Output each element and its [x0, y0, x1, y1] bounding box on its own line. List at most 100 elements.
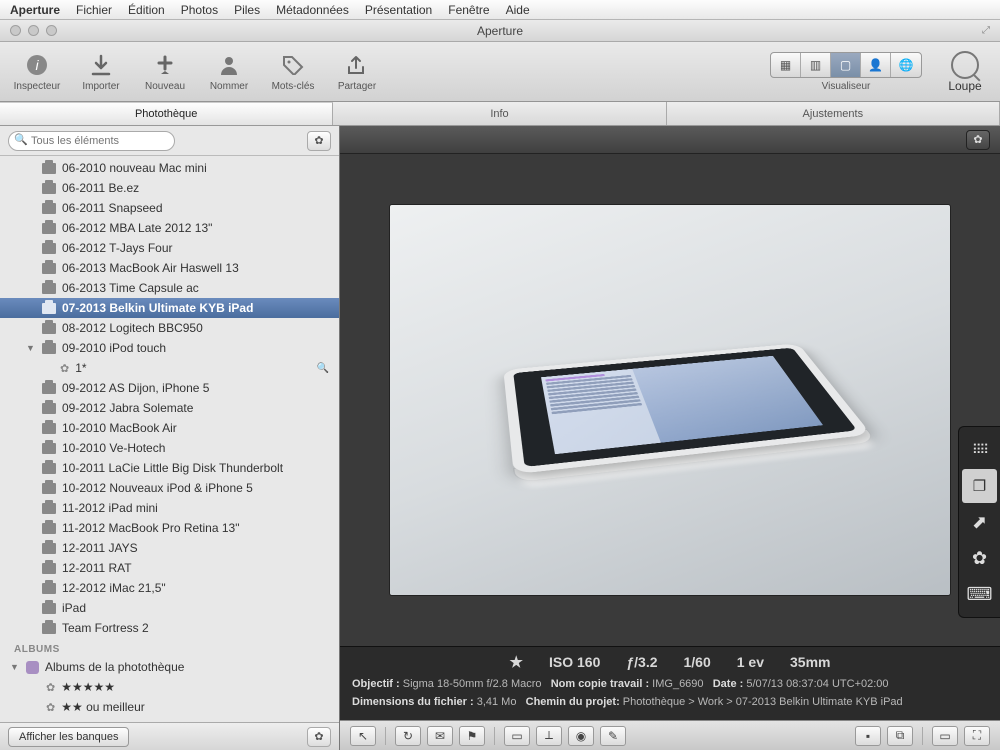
menu-photos[interactable]: Photos	[181, 3, 218, 17]
project-item[interactable]: 11-2012 MacBook Pro Retina 13"	[0, 518, 339, 538]
project-item[interactable]: 06-2012 MBA Late 2012 13"	[0, 218, 339, 238]
project-icon	[42, 183, 56, 194]
split-view-icon[interactable]: ▥	[801, 53, 831, 77]
project-item[interactable]: 06-2013 Time Capsule ac	[0, 278, 339, 298]
import-button[interactable]: Importer	[74, 51, 128, 92]
project-item[interactable]: 06-2013 MacBook Air Haswell 13	[0, 258, 339, 278]
search-input[interactable]	[8, 131, 175, 151]
fullscreen-icon[interactable]: ⤢	[982, 25, 990, 36]
fullscreen-button[interactable]: ⛶	[964, 726, 990, 746]
project-item[interactable]: 10-2010 Ve-Hotech	[0, 438, 339, 458]
album-item[interactable]: ✿★★ ou meilleur	[0, 697, 339, 717]
photo-preview	[390, 205, 950, 595]
zoom-button[interactable]	[46, 25, 57, 36]
project-item[interactable]: 10-2011 LaCie Little Big Disk Thunderbol…	[0, 458, 339, 478]
redeye-tool[interactable]: ◉	[568, 726, 594, 746]
rotate-tool[interactable]: ↻	[395, 726, 421, 746]
project-label: 12-2011 RAT	[62, 561, 132, 575]
viewer-view-icon[interactable]: ▢	[831, 53, 861, 77]
project-icon	[42, 483, 56, 494]
viewer-canvas[interactable]	[340, 154, 1000, 646]
close-button[interactable]	[10, 25, 21, 36]
app-menu[interactable]: Aperture	[10, 3, 60, 17]
project-icon	[42, 223, 56, 234]
rocket-icon[interactable]: ⬈	[959, 505, 1000, 539]
project-label: iPad	[62, 601, 86, 615]
project-item[interactable]: Team Fortress 2	[0, 618, 339, 638]
view-mode-segmented[interactable]: ▦ ▥ ▢ 👤 🌐	[770, 52, 922, 78]
project-item[interactable]: 09-2012 Jabra Solemate	[0, 398, 339, 418]
gear-icon[interactable]: ✿	[959, 541, 1000, 575]
album-item[interactable]: ✿★★★★★	[0, 677, 339, 697]
project-item[interactable]: 09-2012 AS Dijon, iPhone 5	[0, 378, 339, 398]
flag-tool[interactable]: ⚑	[459, 726, 485, 746]
zoom-button[interactable]: ▭	[932, 726, 958, 746]
smart-album-icon: ✿	[46, 701, 55, 714]
inspector-button[interactable]: i Inspecteur	[10, 51, 64, 92]
project-item[interactable]: 11-2012 iPad mini	[0, 498, 339, 518]
date-value: 5/07/13 08:37:04 UTC+02:00	[746, 678, 888, 690]
menu-stacks[interactable]: Piles	[234, 3, 260, 17]
menu-metadata[interactable]: Métadonnées	[276, 3, 349, 17]
project-item[interactable]: 07-2013 Belkin Ultimate KYB iPad	[0, 298, 339, 318]
smart-album-icon: ✿	[60, 362, 69, 375]
show-vaults-button[interactable]: Afficher les banques	[8, 727, 129, 747]
project-label: 06-2013 Time Capsule ac	[62, 281, 199, 295]
loupe-button[interactable]: Loupe	[940, 51, 990, 93]
name-button[interactable]: Nommer	[202, 51, 256, 92]
project-item[interactable]: iPad	[0, 598, 339, 618]
smart-album-item[interactable]: ✿1*🔍	[0, 358, 339, 378]
places-view-icon[interactable]: 🌐	[891, 53, 921, 77]
tab-adjustments[interactable]: Ajustements	[667, 102, 1000, 125]
menu-help[interactable]: Aide	[506, 3, 530, 17]
menu-window[interactable]: Fenêtre	[448, 3, 489, 17]
menu-file[interactable]: Fichier	[76, 3, 112, 17]
share-button[interactable]: Partager	[330, 51, 384, 92]
project-tree[interactable]: 06-2010 nouveau Mac mini 06-2011 Be.ez 06-…	[0, 156, 339, 722]
crop-tool[interactable]: ⟂	[536, 726, 562, 746]
show-master-button[interactable]: ⧉	[887, 726, 913, 746]
project-item[interactable]: 06-2011 Be.ez	[0, 178, 339, 198]
project-label: 06-2011 Be.ez	[62, 181, 139, 195]
viewer-options-button[interactable]: ✿	[966, 130, 990, 150]
project-icon	[42, 603, 56, 614]
project-item[interactable]: ▼09-2010 iPod touch	[0, 338, 339, 358]
project-icon	[42, 583, 56, 594]
email-tool[interactable]: ✉	[427, 726, 453, 746]
minimize-button[interactable]	[28, 25, 39, 36]
grid-hud-icon[interactable]: ⠿⠿	[959, 433, 1000, 467]
selection-tool[interactable]: ↖	[350, 726, 376, 746]
straighten-tool[interactable]: ▭	[504, 726, 530, 746]
project-item[interactable]: 10-2010 MacBook Air	[0, 418, 339, 438]
project-item[interactable]: 10-2012 Nouveaux iPod & iPhone 5	[0, 478, 339, 498]
disclosure-triangle-icon[interactable]: ▼	[10, 662, 19, 672]
grid-view-icon[interactable]: ▦	[771, 53, 801, 77]
project-item[interactable]: 08-2012 Logitech BBC950	[0, 318, 339, 338]
project-item[interactable]: 12-2011 RAT	[0, 558, 339, 578]
faces-view-icon[interactable]: 👤	[861, 53, 891, 77]
keyboard-icon[interactable]: ⌨	[959, 577, 1000, 611]
menu-edit[interactable]: Édition	[128, 3, 165, 17]
disclosure-triangle-icon[interactable]: ▼	[26, 343, 35, 353]
album-item[interactable]: ▼Albums de la photothèque	[0, 657, 339, 677]
new-button[interactable]: Nouveau	[138, 51, 192, 92]
primary-only-button[interactable]: ▪	[855, 726, 881, 746]
project-item[interactable]: 12-2012 iMac 21,5"	[0, 578, 339, 598]
project-label: 07-2013 Belkin Ultimate KYB iPad	[62, 301, 253, 315]
project-item[interactable]: 06-2012 T-Jays Four	[0, 238, 339, 258]
brush-tool[interactable]: ✎	[600, 726, 626, 746]
project-item[interactable]: 06-2011 Snapseed	[0, 198, 339, 218]
tab-library[interactable]: Photothèque	[0, 102, 333, 125]
project-icon	[42, 323, 56, 334]
overlay-hud-icon[interactable]: ❐	[962, 469, 997, 503]
project-item[interactable]: 06-2010 nouveau Mac mini	[0, 158, 339, 178]
sidebar-action-button[interactable]: ✿	[307, 727, 331, 747]
project-item[interactable]: 12-2011 JAYS	[0, 538, 339, 558]
project-icon	[42, 283, 56, 294]
search-options-button[interactable]: ✿	[307, 131, 331, 151]
share-icon	[343, 51, 371, 79]
menu-view[interactable]: Présentation	[365, 3, 432, 17]
keywords-button[interactable]: Mots-clés	[266, 51, 320, 92]
project-label: 10-2012 Nouveaux iPod & iPhone 5	[62, 481, 253, 495]
tab-info[interactable]: Info	[333, 102, 666, 125]
